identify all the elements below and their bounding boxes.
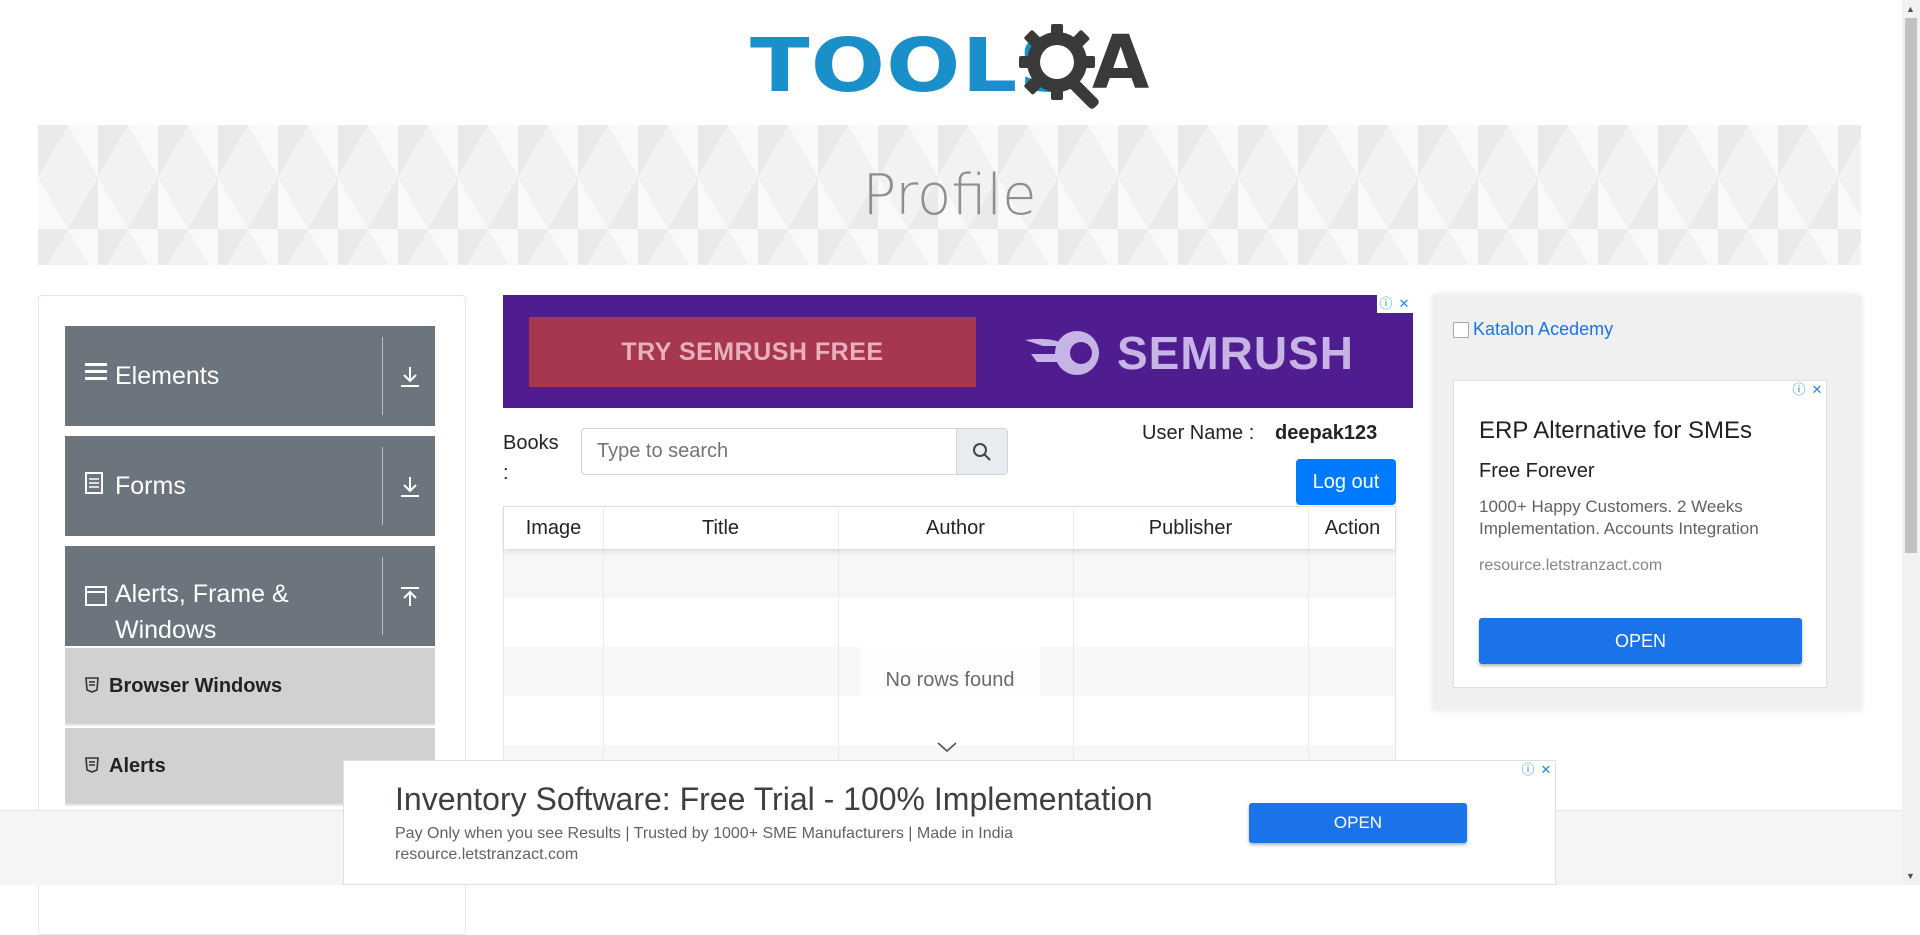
sidebar-item-label: Browser Windows <box>109 674 283 697</box>
ad-description: Pay Only when you see Results | Trusted … <box>395 825 1013 842</box>
ad-subtitle: Free Forever <box>1479 460 1595 482</box>
ad-title[interactable]: ERP Alternative for SMEs <box>1479 417 1752 445</box>
html5-shield-icon <box>85 756 99 776</box>
ad-url[interactable]: resource.letstranzact.com <box>395 846 578 864</box>
sidebar-item-label: Alerts <box>109 754 166 777</box>
download-arrow-icon[interactable] <box>395 472 425 502</box>
erp-ad-card[interactable]: ⓘ ✕ ERP Alternative for SMEs Free Foreve… <box>1453 380 1827 688</box>
column-header-action[interactable]: Action <box>1308 507 1397 549</box>
ad-url[interactable]: resource.letstranzact.com <box>1479 557 1662 575</box>
bottom-anchor-ad[interactable]: ⓘ ✕ Inventory Software: Free Trial - 100… <box>343 760 1556 885</box>
sidebar-group-forms[interactable]: Forms <box>65 436 435 536</box>
right-sidebar-ad[interactable]: Katalon Acedemy ⓘ ✕ ERP Alternative for … <box>1433 295 1861 710</box>
column-header-publisher[interactable]: Publisher <box>1073 507 1308 549</box>
close-icon[interactable]: ✕ <box>1808 381 1826 399</box>
page-banner: Profile <box>38 125 1861 265</box>
scroll-down-icon[interactable]: ▼ <box>1906 871 1915 881</box>
logo-text-a: A <box>1092 20 1150 106</box>
table-header: Image Title Author Publisher Action <box>504 507 1395 549</box>
html5-shield-icon <box>85 676 99 696</box>
ad-brand-name: SEMRUSH <box>1117 327 1355 379</box>
info-icon[interactable]: ⓘ <box>1377 295 1395 313</box>
site-logo[interactable]: TOOLS A <box>750 18 1156 114</box>
column-header-author[interactable]: Author <box>838 507 1073 549</box>
sidebar-group-label-line2: Windows <box>115 616 217 644</box>
scrollbar-thumb[interactable] <box>1905 18 1917 553</box>
page-title: Profile <box>862 162 1037 228</box>
vertical-scrollbar[interactable]: ▲ ▼ <box>1902 0 1920 885</box>
ad-title[interactable]: Inventory Software: Free Trial - 100% Im… <box>395 781 1153 818</box>
table-row <box>504 549 1395 598</box>
katalon-ad-image[interactable]: Katalon Acedemy <box>1453 319 1613 340</box>
search-box <box>581 428 1008 475</box>
sidebar-group-label: Alerts, Frame & <box>115 580 289 608</box>
info-icon[interactable]: ⓘ <box>1790 381 1808 399</box>
table-row <box>504 598 1395 647</box>
document-icon <box>85 472 103 500</box>
search-input[interactable] <box>582 429 956 474</box>
username-value: deepak123 <box>1275 422 1378 444</box>
column-header-title[interactable]: Title <box>603 507 838 549</box>
ad-choices[interactable]: ⓘ ✕ <box>1790 381 1826 399</box>
upload-arrow-icon[interactable] <box>395 582 425 612</box>
image-alt-text: Katalon Acedemy <box>1473 319 1614 339</box>
window-icon <box>85 586 107 612</box>
broken-image-icon <box>1453 321 1469 338</box>
ad-cta[interactable]: TRY SEMRUSH FREE <box>529 317 976 387</box>
ad-open-button[interactable]: OPEN <box>1479 618 1802 664</box>
ad-choices[interactable]: ⓘ ✕ <box>1519 761 1555 779</box>
search-button[interactable] <box>956 429 1007 474</box>
info-icon[interactable]: ⓘ <box>1519 761 1537 779</box>
sidebar-group-alerts-frame-windows[interactable]: Alerts, Frame & Windows <box>65 546 435 646</box>
scroll-up-icon[interactable]: ▲ <box>1906 4 1915 14</box>
download-arrow-icon[interactable] <box>395 362 425 392</box>
close-icon[interactable]: ✕ <box>1537 761 1555 779</box>
magnifier-icon <box>973 442 991 461</box>
sidebar-group-label: Forms <box>115 472 186 500</box>
sidebar-item-browser-windows[interactable]: Browser Windows <box>65 648 435 726</box>
chevron-down-icon[interactable] <box>936 740 958 754</box>
username-label: User Name : <box>1142 422 1255 444</box>
close-icon[interactable]: ✕ <box>1395 295 1413 313</box>
ad-description: 1000+ Happy Customers. 2 Weeks Implement… <box>1479 497 1759 538</box>
ad-choices[interactable]: ⓘ ✕ <box>1377 295 1413 313</box>
logout-button[interactable]: Log out <box>1296 459 1396 505</box>
books-label: Books : <box>503 432 559 484</box>
column-header-image[interactable]: Image <box>504 507 603 549</box>
semrush-flame-icon <box>1025 331 1099 375</box>
hamburger-icon <box>85 360 107 388</box>
semrush-banner-ad[interactable]: TRY SEMRUSH FREE SEMRUSH ⓘ ✕ <box>503 295 1413 408</box>
no-rows-message: No rows found <box>860 642 1040 718</box>
sidebar-group-label: Elements <box>115 362 220 390</box>
sidebar-group-elements[interactable]: Elements <box>65 326 435 426</box>
ad-open-button[interactable]: OPEN <box>1249 803 1467 843</box>
ad-brand: SEMRUSH <box>1023 323 1354 383</box>
